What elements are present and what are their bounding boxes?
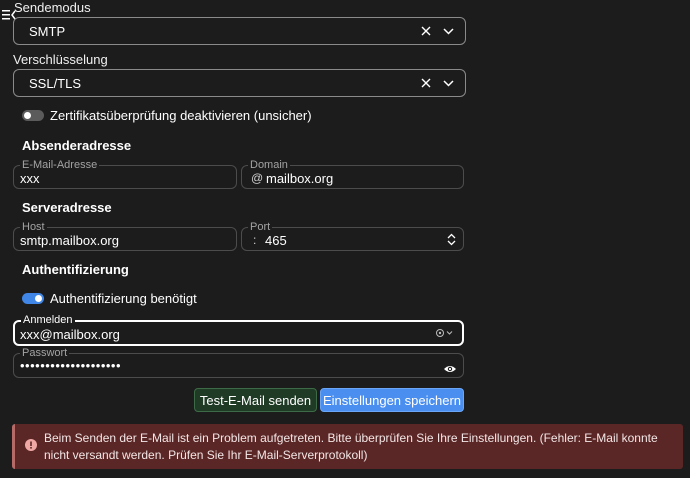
email-field[interactable]: E-Mail-Adresse xxx [13, 159, 237, 189]
send-mode-value: SMTP [29, 23, 66, 39]
password-field[interactable]: Passwort •••••••••••••••••••• [13, 347, 464, 379]
at-sign-prefix: @ [251, 171, 264, 185]
login-field-value: xxx@mailbox.org [20, 327, 120, 342]
cert-check-toggle-row[interactable]: Zertifikatsüberprüfung deaktivieren (uns… [22, 108, 312, 123]
encryption-value: SSL/TLS [29, 75, 82, 91]
cert-check-toggle[interactable] [22, 110, 44, 121]
host-field[interactable]: Host smtp.mailbox.org [13, 221, 237, 251]
chevron-down-icon[interactable] [439, 22, 457, 40]
sender-section-title: Absenderadresse [22, 138, 132, 153]
email-field-value: xxx [20, 171, 40, 186]
port-field-value: 465 [265, 233, 287, 248]
port-field-label: Port [248, 221, 273, 233]
host-field-value: smtp.mailbox.org [20, 233, 119, 248]
auth-required-toggle-row[interactable]: Authentifizierung benötigt [22, 291, 197, 306]
chevron-down-icon[interactable] [439, 74, 457, 92]
login-field[interactable]: Anmelden xxx@mailbox.org [13, 314, 464, 346]
port-field[interactable]: Port : 465 [241, 221, 464, 251]
colon-prefix: : [253, 233, 257, 247]
error-alert: Beim Senden der E-Mail ist ein Problem a… [12, 424, 683, 469]
auth-required-toggle[interactable] [22, 293, 44, 304]
encryption-select[interactable]: SSL/TLS [13, 69, 466, 97]
autofill-key-icon[interactable] [436, 328, 454, 338]
auth-required-toggle-label: Authentifizierung benötigt [50, 291, 197, 306]
send-mode-select[interactable]: SMTP [13, 17, 466, 45]
domain-field[interactable]: Domain @ mailbox.org [241, 159, 464, 189]
domain-field-label: Domain [248, 159, 290, 171]
port-stepper-icon[interactable] [447, 233, 456, 251]
password-field-value: •••••••••••••••••••• [20, 358, 122, 373]
encryption-label: Verschlüsselung [13, 52, 108, 67]
test-email-button[interactable]: Test-E-Mail senden [194, 388, 317, 412]
host-field-label: Host [20, 221, 47, 233]
auth-section-title: Authentifizierung [22, 262, 129, 277]
server-section-title: Serveradresse [22, 200, 112, 215]
login-field-label: Anmelden [21, 314, 75, 326]
domain-field-value: mailbox.org [266, 171, 334, 186]
error-icon [25, 439, 37, 451]
email-field-label: E-Mail-Adresse [20, 159, 100, 171]
save-settings-button[interactable]: Einstellungen speichern [320, 388, 464, 412]
clear-icon[interactable] [417, 74, 435, 92]
send-mode-label: Sendemodus [14, 0, 91, 15]
cert-check-toggle-label: Zertifikatsüberprüfung deaktivieren (uns… [50, 108, 312, 123]
eye-icon[interactable] [443, 361, 457, 379]
error-alert-message: Beim Senden der E-Mail ist ein Problem a… [44, 431, 658, 462]
clear-icon[interactable] [417, 22, 435, 40]
